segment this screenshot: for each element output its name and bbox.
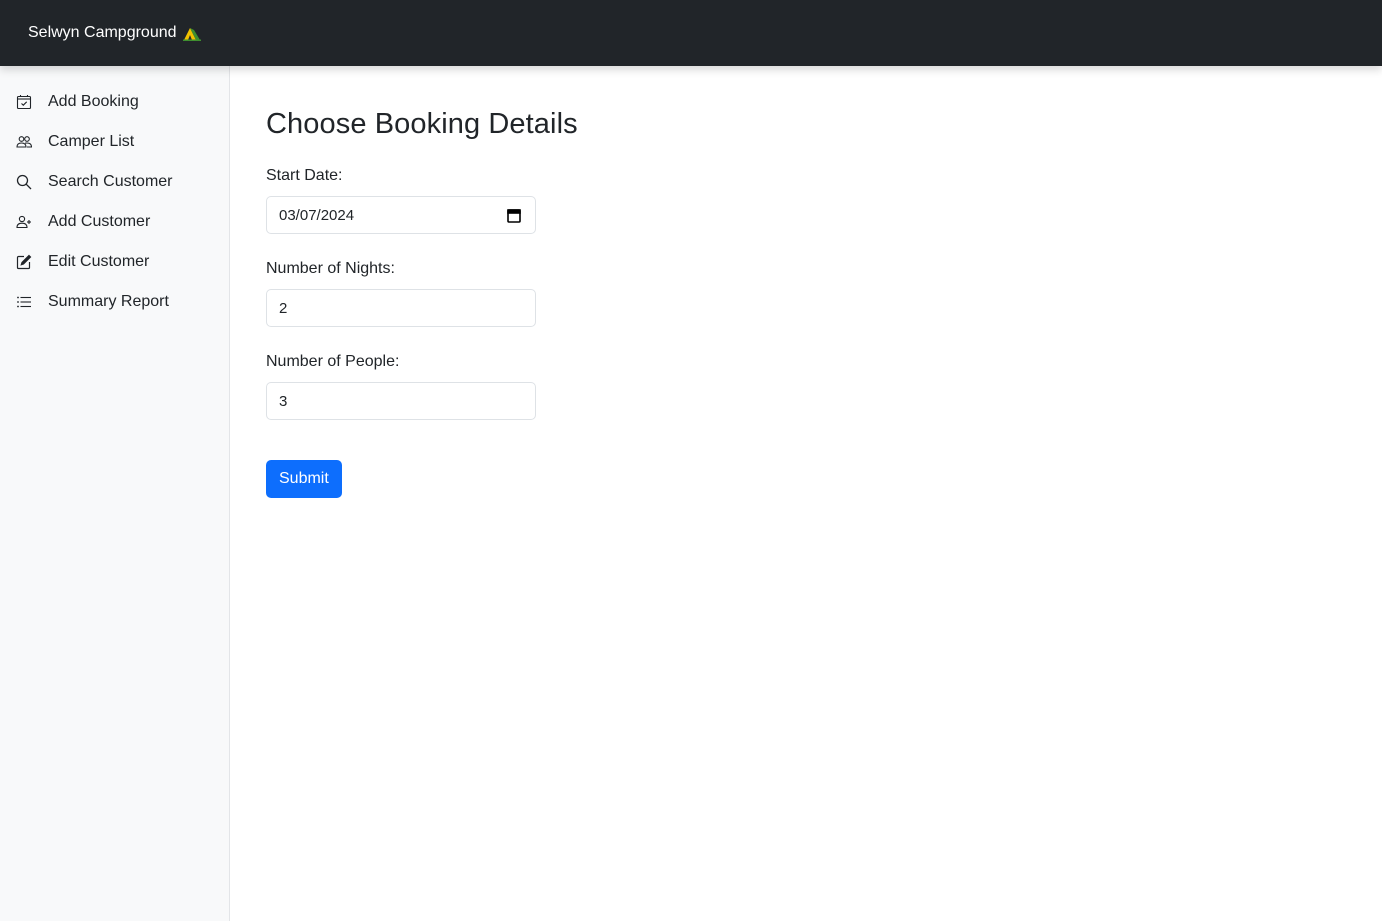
edit-icon [16, 254, 32, 270]
brand-name: Selwyn Campground [28, 24, 177, 41]
start-date-label: Start Date: [266, 167, 343, 184]
sidebar-item-add-customer[interactable]: Add Customer [0, 202, 229, 242]
calendar-icon[interactable] [507, 208, 521, 223]
sidebar-item-label: Add Booking [48, 93, 139, 110]
person-add-icon [16, 214, 32, 230]
people-group: Number of People: [266, 353, 1346, 420]
sidebar-item-camper-list[interactable]: Camper List [0, 122, 229, 162]
nights-label: Number of Nights: [266, 260, 395, 277]
top-navbar: Selwyn Campground [0, 0, 1382, 66]
booking-form: Start Date: Number of Nights: Number of … [266, 167, 1346, 498]
submit-button[interactable]: Submit [266, 460, 342, 498]
search-icon [16, 174, 32, 190]
sidebar-item-add-booking[interactable]: Add Booking [0, 82, 229, 122]
main-content: Choose Booking Details Start Date: Numbe… [266, 66, 1346, 498]
people-label: Number of People: [266, 353, 400, 370]
sidebar: Add Booking Camper List Search Customer [0, 66, 230, 921]
people-field[interactable] [266, 382, 536, 420]
sidebar-item-label: Camper List [48, 133, 135, 150]
nights-input[interactable] [279, 299, 523, 317]
start-date-input[interactable] [279, 206, 523, 224]
page-title: Choose Booking Details [266, 108, 578, 140]
sidebar-item-summary-report[interactable]: Summary Report [0, 282, 229, 322]
calendar-check-icon [16, 94, 32, 110]
camping-tent-icon [182, 25, 201, 41]
sidebar-item-label: Summary Report [48, 293, 169, 310]
list-icon [16, 294, 32, 310]
sidebar-item-label: Add Customer [48, 213, 151, 230]
brand-link[interactable]: Selwyn Campground [28, 24, 201, 42]
people-icon [16, 134, 32, 150]
people-input[interactable] [279, 392, 523, 410]
start-date-field[interactable] [266, 196, 536, 234]
nights-field[interactable] [266, 289, 536, 327]
sidebar-item-label: Edit Customer [48, 253, 150, 270]
sidebar-item-label: Search Customer [48, 173, 173, 190]
nights-group: Number of Nights: [266, 260, 1346, 327]
sidebar-item-edit-customer[interactable]: Edit Customer [0, 242, 229, 282]
sidebar-item-search-customer[interactable]: Search Customer [0, 162, 229, 202]
start-date-group: Start Date: [266, 167, 1346, 234]
